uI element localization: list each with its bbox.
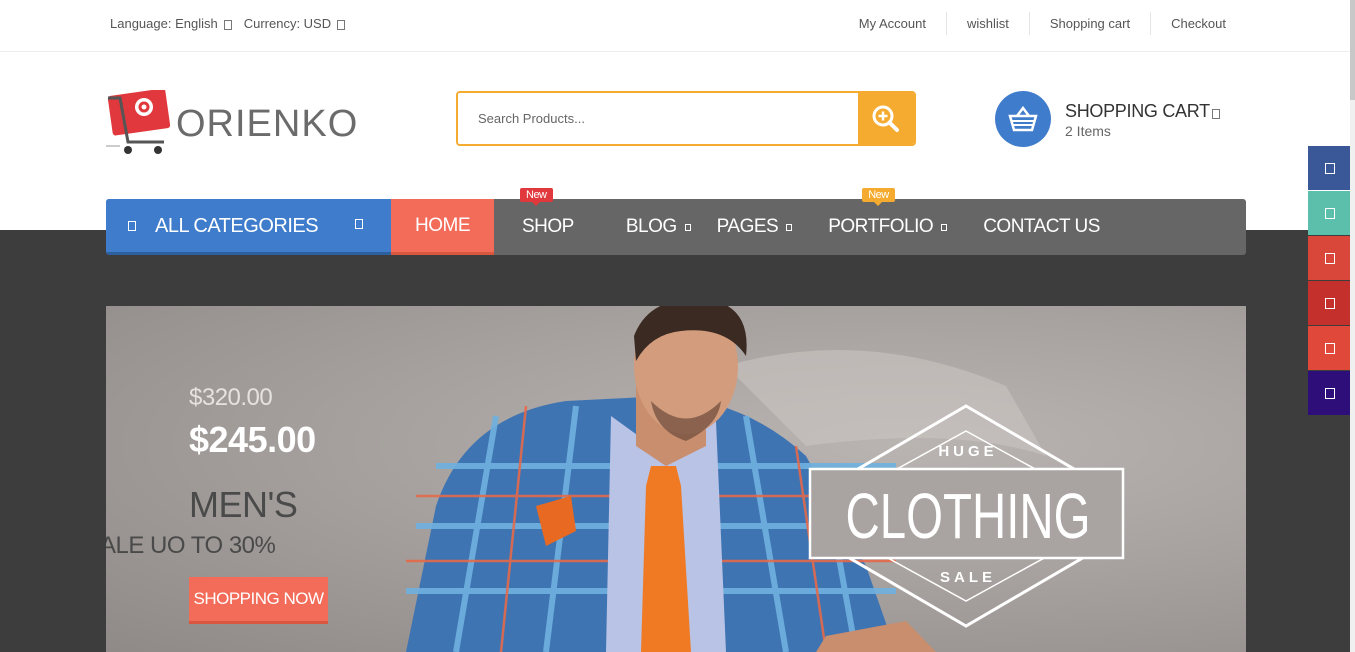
currency-selector[interactable]: Currency: USD: [243, 16, 346, 31]
nav-item-shop[interactable]: New SHOP: [494, 188, 600, 255]
chevron-down-icon: [355, 219, 363, 229]
color-switcher: [1308, 146, 1351, 416]
color-swatch-coral[interactable]: [1308, 326, 1351, 370]
logo-text: ORIENKO: [176, 103, 358, 145]
chevron-down-icon: [223, 19, 232, 30]
swatch-icon: [1324, 297, 1335, 309]
top-bar: Language: English Currency: USD My Accou…: [0, 0, 1350, 52]
all-categories-button[interactable]: ALL CATEGORIES: [106, 199, 391, 255]
language-selector[interactable]: Language: English: [110, 16, 232, 31]
cart-button[interactable]: [995, 91, 1051, 147]
scrollbar[interactable]: [1350, 0, 1355, 652]
color-swatch-teal[interactable]: [1308, 191, 1351, 235]
nav-label: BLOG: [625, 216, 677, 237]
new-badge: New: [520, 188, 553, 206]
color-swatch-red[interactable]: [1308, 236, 1351, 280]
menu-icon: [128, 221, 136, 231]
nav-label: HOME: [415, 214, 471, 236]
color-swatch-navy[interactable]: [1308, 146, 1351, 190]
all-categories-label: ALL CATEGORIES: [155, 215, 319, 237]
nav-item-blog[interactable]: BLOG: [600, 199, 691, 255]
cart-logo-icon: ORIENKO: [106, 88, 358, 154]
shopping-now-button[interactable]: SHOPPING NOW: [189, 577, 328, 624]
nav-label: SHOP: [522, 216, 574, 237]
swatch-icon: [1324, 342, 1335, 354]
new-badge: New: [862, 188, 895, 206]
sale-badge-bottom: SALE: [940, 569, 996, 586]
hero-slider: HUGE CLOTHING SALE $320.00 $245.00 MEN'S…: [106, 306, 1246, 652]
color-swatch-indigo[interactable]: [1308, 371, 1351, 415]
nav-item-pages[interactable]: PAGES: [691, 199, 793, 255]
checkout-link[interactable]: Checkout: [1150, 12, 1226, 35]
swatch-icon: [1324, 162, 1335, 174]
old-price: $320.00: [189, 384, 273, 411]
cart-item-count: 2 Items: [1065, 123, 1111, 139]
swatch-icon: [1324, 252, 1335, 264]
search-icon: [872, 105, 899, 132]
basket-icon: [1008, 106, 1038, 132]
my-account-link[interactable]: My Account: [859, 12, 946, 35]
language-label: Language: English: [110, 16, 218, 31]
sale-price: $245.00: [189, 419, 316, 460]
chevron-down-icon: [337, 19, 346, 30]
swatch-icon: [1324, 207, 1335, 219]
chevron-down-icon[interactable]: [1212, 109, 1220, 119]
wishlist-link[interactable]: wishlist: [945, 12, 1029, 35]
shopping-cart-link[interactable]: Shopping cart: [1028, 12, 1150, 35]
main-nav: ALL CATEGORIES HOME New SHOP BLOG PAGES …: [106, 188, 1246, 255]
scrollbar-thumb[interactable]: [1350, 0, 1355, 100]
swatch-icon: [1324, 387, 1335, 399]
site-logo[interactable]: ORIENKO: [106, 88, 371, 156]
nav-label: PAGES: [716, 216, 779, 237]
currency-label: Currency: USD: [243, 16, 332, 31]
nav-label: CONTACT US: [983, 216, 1100, 237]
search-button[interactable]: [858, 93, 914, 144]
search-input[interactable]: [458, 93, 858, 144]
search-bar: [456, 91, 916, 146]
nav-item-home[interactable]: HOME: [391, 199, 494, 255]
top-bar-left: Language: English Currency: USD: [110, 16, 346, 31]
nav-item-portfolio[interactable]: New PORTFOLIO: [792, 188, 948, 255]
hero-subtitle: ALE UO TO 30%: [106, 532, 276, 559]
nav-item-contact[interactable]: CONTACT US: [947, 199, 1100, 255]
sale-badge-top: HUGE: [938, 443, 997, 460]
nav-menu: HOME New SHOP BLOG PAGES New PORTFOLIO C…: [391, 188, 1100, 255]
sale-badge-main: CLOTHING: [846, 480, 1091, 552]
account-links: My Account wishlist Shopping cart Checko…: [859, 12, 1226, 35]
color-swatch-crimson[interactable]: [1308, 281, 1351, 325]
nav-label: PORTFOLIO: [828, 216, 934, 237]
hero-title: MEN'S: [189, 484, 298, 525]
cart-title[interactable]: SHOPPING CART: [1065, 101, 1210, 122]
